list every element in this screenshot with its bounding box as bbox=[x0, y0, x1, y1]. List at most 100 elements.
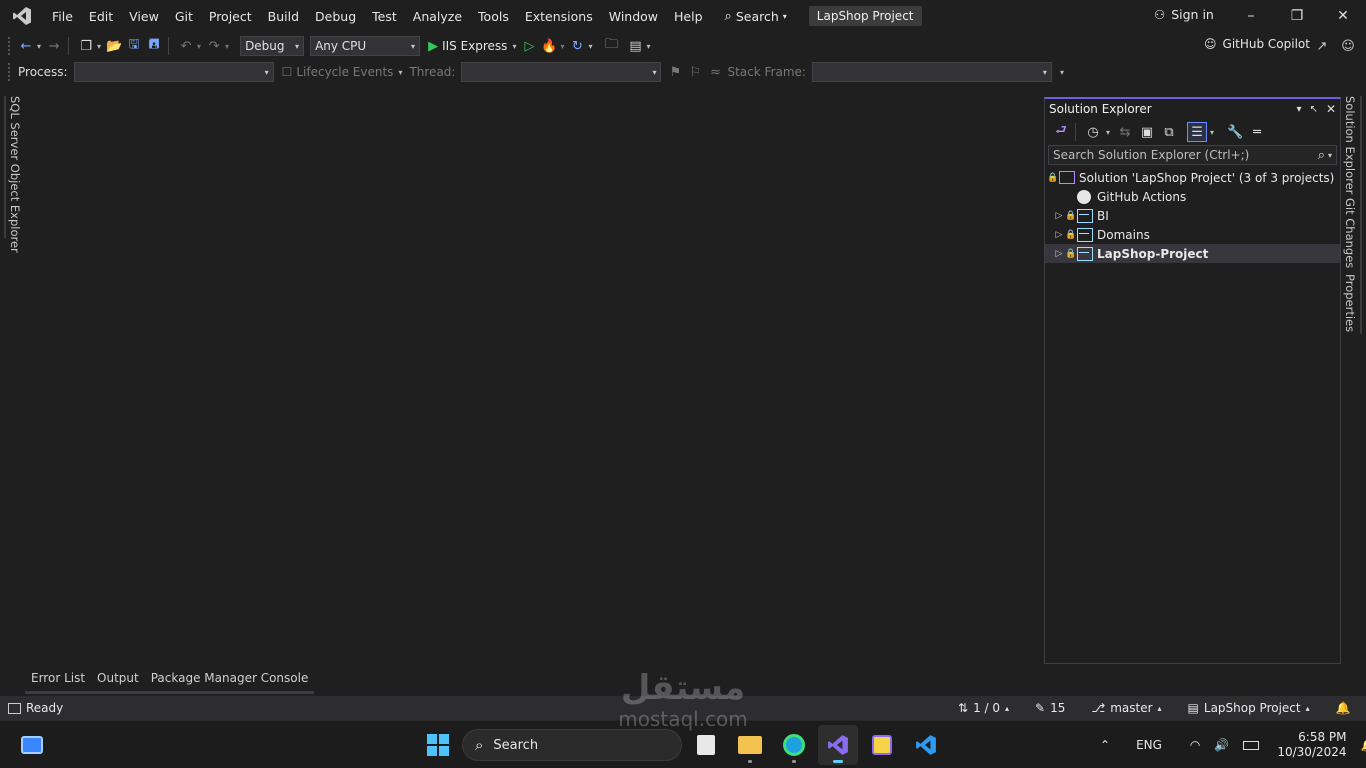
menu-git[interactable]: Git bbox=[167, 0, 201, 32]
chevron-down-icon[interactable]: ▾ bbox=[225, 42, 229, 51]
sql-server-object-explorer-tab[interactable]: SQL Server Object Explorer bbox=[8, 96, 24, 253]
taskbar-app-vscode[interactable] bbox=[906, 725, 946, 765]
solution-search-input[interactable]: Search Solution Explorer (Ctrl+;) ⌕ ▾ bbox=[1048, 145, 1337, 165]
folder-browse-icon[interactable]: 🗀 bbox=[601, 36, 621, 56]
chevron-down-icon[interactable]: ▾ bbox=[197, 42, 201, 51]
pending-edits-button[interactable]: ✎ 15 bbox=[1027, 696, 1073, 720]
window-position-icon[interactable]: ▾ bbox=[1297, 104, 1302, 115]
stack-frame-select[interactable]: ▾ bbox=[811, 62, 1052, 82]
menu-extensions[interactable]: Extensions bbox=[517, 0, 601, 32]
visual-studio-logo-icon[interactable] bbox=[0, 0, 44, 32]
widgets-button[interactable] bbox=[12, 725, 52, 765]
notification-bell-icon[interactable]: 🔔 bbox=[1361, 738, 1366, 752]
close-button[interactable]: ✕ bbox=[1320, 0, 1366, 32]
menu-edit[interactable]: Edit bbox=[81, 0, 121, 32]
tree-row-project-bi[interactable]: ▷ 🔒 BI bbox=[1045, 206, 1340, 225]
toolbar-grip[interactable] bbox=[8, 63, 12, 81]
git-branch-button[interactable]: ⎇ master ▴ bbox=[1083, 696, 1169, 720]
thread-select[interactable]: ▾ bbox=[461, 62, 662, 82]
stack-frame-icon[interactable]: ≈ bbox=[705, 62, 725, 82]
menu-debug[interactable]: Debug bbox=[307, 0, 364, 32]
redo-icon[interactable]: ↷ bbox=[204, 36, 224, 56]
sign-in-button[interactable]: ⚇ Sign in bbox=[1154, 7, 1214, 22]
battery-icon[interactable] bbox=[1243, 740, 1260, 750]
chevron-down-icon[interactable]: ▾ bbox=[560, 42, 564, 51]
input-language[interactable]: ENG bbox=[1136, 738, 1162, 752]
preview-selected-items-icon[interactable]: ═ bbox=[1247, 122, 1267, 142]
expand-arrow-icon[interactable]: ▷ bbox=[1053, 230, 1065, 240]
chevron-down-icon[interactable]: ▾ bbox=[588, 42, 592, 51]
title-search[interactable]: ⌕ Search ▾ bbox=[725, 9, 787, 24]
window-layout-icon[interactable]: ▤ bbox=[625, 36, 645, 56]
refresh-icon[interactable]: ↻ bbox=[567, 36, 587, 56]
tree-row-github-actions[interactable]: GitHub Actions bbox=[1045, 187, 1340, 206]
flag-icon[interactable]: ⚑ bbox=[665, 62, 685, 82]
restore-button[interactable]: ❐ bbox=[1274, 0, 1320, 32]
undo-icon[interactable]: ↶ bbox=[176, 36, 196, 56]
menu-tools[interactable]: Tools bbox=[470, 0, 517, 32]
git-changes-side-tab[interactable]: Git Changes bbox=[1343, 198, 1359, 268]
expand-arrow-icon[interactable]: ▷ bbox=[1053, 211, 1065, 221]
solution-configuration-select[interactable]: Debug ▾ bbox=[240, 36, 305, 56]
collapse-all-icon[interactable]: ⧉ bbox=[1159, 122, 1179, 142]
chevron-down-icon[interactable]: ▾ bbox=[1328, 151, 1332, 160]
close-icon[interactable]: ✕ bbox=[1326, 102, 1336, 116]
process-select[interactable]: ▾ bbox=[73, 62, 274, 82]
volume-icon[interactable]: 🔊 bbox=[1214, 738, 1229, 752]
clock[interactable]: 6:58 PM 10/30/2024 bbox=[1277, 730, 1346, 760]
save-all-icon[interactable]: 🖪 bbox=[144, 36, 164, 56]
chevron-down-icon[interactable]: ▾ bbox=[1106, 128, 1110, 137]
menu-view[interactable]: View bbox=[121, 0, 167, 32]
open-folder-icon[interactable]: 📂 bbox=[104, 36, 124, 56]
start-button[interactable] bbox=[418, 725, 458, 765]
notifications-button[interactable]: 🔔 bbox=[1328, 696, 1359, 720]
start-without-debugging-icon[interactable]: ▷ bbox=[519, 36, 539, 56]
tab-output[interactable]: Output bbox=[91, 668, 145, 694]
menu-help[interactable]: Help bbox=[666, 0, 711, 32]
search-icon[interactable]: ⌕ bbox=[1318, 148, 1325, 163]
solution-explorer-side-tab[interactable]: Solution Explorer bbox=[1343, 96, 1359, 194]
pending-changes-filter-icon[interactable]: ◷ bbox=[1083, 122, 1103, 142]
chevron-down-icon[interactable]: ▾ bbox=[37, 42, 41, 51]
wifi-icon[interactable]: ◠ bbox=[1190, 738, 1200, 752]
pin-icon[interactable]: ↖ bbox=[1310, 104, 1318, 115]
toolbar-grip[interactable] bbox=[8, 37, 12, 55]
tree-row-solution[interactable]: 🔒 Solution 'LapShop Project' (3 of 3 pro… bbox=[1045, 168, 1340, 187]
chevron-down-icon[interactable]: ▾ bbox=[646, 42, 650, 51]
navigate-forward-icon[interactable]: → bbox=[44, 36, 64, 56]
toolbar-overflow-icon[interactable]: ▾ bbox=[1060, 68, 1064, 77]
new-project-icon[interactable]: ❐ bbox=[76, 36, 96, 56]
refresh-icon[interactable]: ▣ bbox=[1137, 122, 1157, 142]
menu-window[interactable]: Window bbox=[601, 0, 666, 32]
tree-row-project-domains[interactable]: ▷ 🔒 Domains bbox=[1045, 225, 1340, 244]
share-icon[interactable]: ↗ bbox=[1312, 36, 1332, 56]
navigate-back-icon[interactable]: ← bbox=[16, 36, 36, 56]
show-all-files-icon[interactable]: ☰ bbox=[1187, 122, 1208, 142]
tab-error-list[interactable]: Error List bbox=[25, 668, 92, 694]
switch-views-icon[interactable]: ⮐ bbox=[1051, 122, 1071, 142]
tab-package-manager-console[interactable]: Package Manager Console bbox=[144, 668, 315, 694]
hot-reload-icon[interactable]: 🔥 bbox=[539, 36, 559, 56]
github-copilot-button[interactable]: ☺ GitHub Copilot bbox=[1204, 37, 1310, 51]
menu-build[interactable]: Build bbox=[260, 0, 307, 32]
save-icon[interactable]: 🖫 bbox=[124, 36, 144, 56]
solution-name-badge[interactable]: LapShop Project bbox=[808, 6, 922, 26]
properties-side-tab[interactable]: Properties bbox=[1343, 274, 1359, 332]
expand-arrow-icon[interactable]: ▷ bbox=[1053, 249, 1065, 259]
menu-file[interactable]: File bbox=[44, 0, 81, 32]
start-debugging-button[interactable]: ▶ IIS Express ▾ bbox=[428, 39, 519, 54]
solution-platform-select[interactable]: Any CPU ▾ bbox=[310, 36, 421, 56]
show-hidden-icons-icon[interactable]: ⌃ bbox=[1100, 738, 1110, 752]
git-sync-button[interactable]: ⇅ 1 / 0 ▴ bbox=[950, 696, 1017, 720]
minimize-button[interactable]: – bbox=[1228, 0, 1274, 32]
feedback-icon[interactable]: ☺ bbox=[1338, 36, 1358, 56]
sync-with-document-icon[interactable]: ⇆ bbox=[1115, 122, 1135, 142]
chevron-down-icon[interactable]: ▾ bbox=[97, 42, 101, 51]
properties-wrench-icon[interactable]: 🔧 bbox=[1225, 122, 1245, 142]
flag-threads-icon[interactable]: ⚐ bbox=[685, 62, 705, 82]
tree-row-project-lapshop[interactable]: ▷ 🔒 LapShop-Project bbox=[1045, 244, 1340, 263]
menu-project[interactable]: Project bbox=[201, 0, 260, 32]
taskbar-app-edge[interactable] bbox=[774, 725, 814, 765]
repository-button[interactable]: ▤ LapShop Project ▴ bbox=[1180, 696, 1318, 720]
menu-test[interactable]: Test bbox=[364, 0, 405, 32]
